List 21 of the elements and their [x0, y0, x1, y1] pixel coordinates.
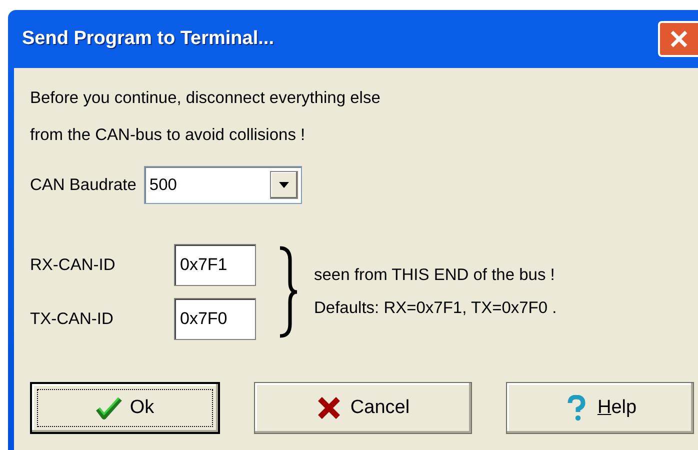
- caret-icon: [279, 182, 290, 188]
- field-label: RX-CAN-ID: [30, 254, 116, 276]
- close-button[interactable]: [658, 21, 698, 57]
- message-text: from the CAN-bus to avoid collisions !: [30, 125, 306, 146]
- dialog-button[interactable]: Ok: [30, 382, 220, 434]
- note-text: Defaults: RX=0x7F1, TX=0x7F0 .: [314, 298, 557, 319]
- brace-icon: [278, 246, 298, 338]
- cross-icon: [316, 395, 342, 421]
- dialog-button[interactable]: Help: [506, 382, 694, 434]
- field-label: TX-CAN-ID: [30, 308, 114, 330]
- field-label: CAN Baudrate: [30, 174, 136, 196]
- dropdown-button[interactable]: [270, 171, 298, 199]
- baudrate-dropdown[interactable]: 500: [144, 166, 302, 204]
- close-icon: [669, 29, 689, 49]
- message-text: Before you continue, disconnect everything else: [30, 88, 382, 109]
- note-text: seen from THIS END of the bus !: [314, 265, 556, 286]
- dialog-button[interactable]: Cancel: [254, 382, 472, 434]
- check-icon: [96, 395, 122, 421]
- window-title: Send Program to Terminal...: [22, 26, 274, 51]
- id-input-field[interactable]: 0x7F0: [174, 298, 256, 340]
- id-input-field[interactable]: 0x7F1: [174, 244, 256, 286]
